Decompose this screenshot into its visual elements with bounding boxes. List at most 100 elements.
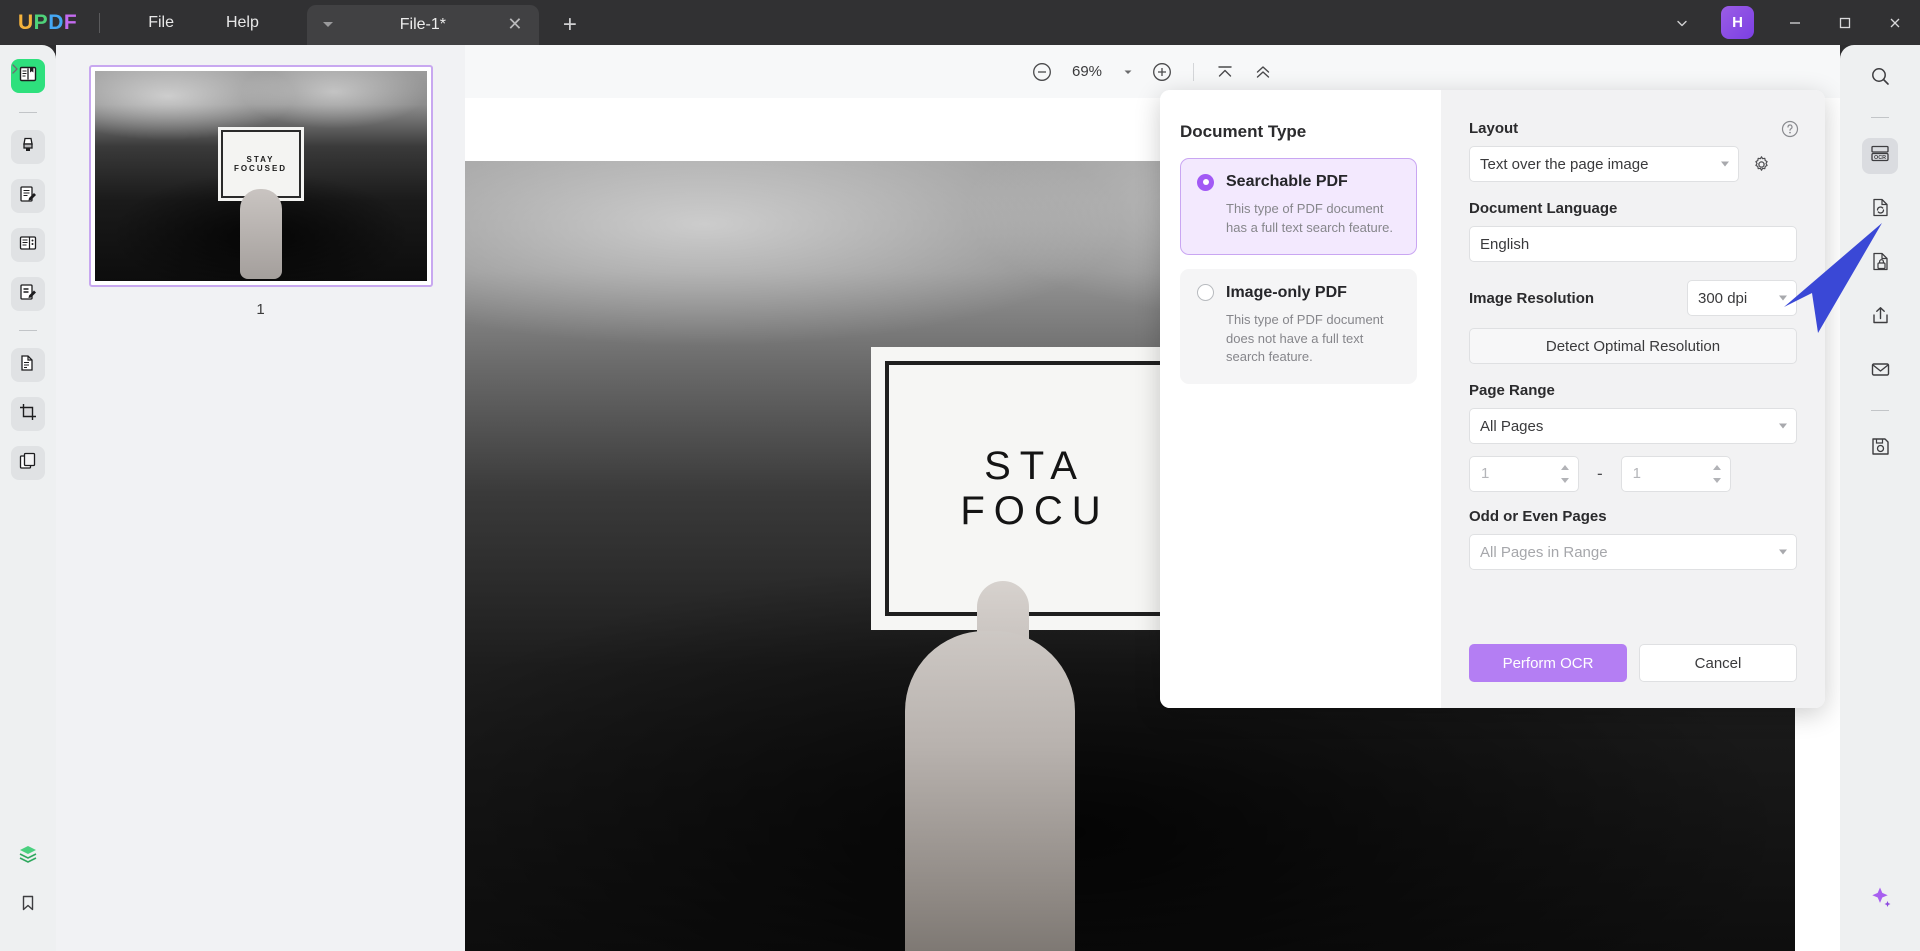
page-hand	[905, 631, 1075, 951]
menu-file[interactable]: File	[122, 0, 200, 45]
close-window-button[interactable]	[1870, 0, 1920, 45]
option-image-only-pdf-description: This type of PDF document does not have …	[1226, 311, 1384, 365]
sidebar-item-ai-assistant[interactable]	[1862, 881, 1898, 917]
page-range-select[interactable]: All Pages	[1469, 408, 1797, 444]
search-icon	[1870, 66, 1891, 92]
svg-text:OCR: OCR	[1874, 155, 1886, 161]
sidebar-item-convert-file[interactable]	[1862, 192, 1898, 228]
first-page-button[interactable]	[1208, 55, 1242, 89]
rail-expand-icon[interactable]	[9, 63, 23, 77]
zoom-level-value[interactable]: 69%	[1063, 63, 1111, 80]
sidebar-item-bookmark[interactable]	[11, 888, 45, 922]
chevron-down-icon-page-range	[1779, 423, 1787, 429]
title-bar-right: H	[1659, 0, 1920, 45]
sidebar-item-fill-sign[interactable]	[11, 277, 45, 311]
odd-even-label: Odd or Even Pages	[1469, 508, 1607, 525]
minimize-button[interactable]	[1770, 0, 1820, 45]
avatar[interactable]: H	[1721, 6, 1754, 39]
page-sign-line2: FOCU	[960, 488, 1110, 533]
layout-select[interactable]: Text over the page image	[1469, 146, 1739, 182]
option-image-only-pdf-label: Image-only PDF	[1226, 283, 1347, 301]
thumbnail-sign: STAY FOCUSED	[220, 129, 301, 198]
thumb-sign-line2: FOCUSED	[233, 163, 288, 173]
sidebar-item-protect[interactable]	[1862, 246, 1898, 282]
odd-even-value: All Pages in Range	[1480, 543, 1608, 561]
perform-ocr-button[interactable]: Perform OCR	[1469, 644, 1627, 682]
page-sign-line1: STA	[984, 443, 1086, 488]
layers-icon	[17, 843, 39, 870]
chevron-down-icon[interactable]	[322, 22, 333, 27]
sidebar-item-layers[interactable]	[11, 839, 45, 873]
page-to-input[interactable]: 1	[1620, 456, 1731, 492]
left-tool-rail	[0, 45, 56, 951]
page-range-value: All Pages	[1480, 417, 1544, 435]
page-range-label: Page Range	[1469, 382, 1555, 399]
chevron-down-icon-odd-even	[1779, 549, 1787, 555]
stepper-down-icon-2[interactable]	[1712, 478, 1721, 483]
sidebar-item-email[interactable]	[1862, 354, 1898, 390]
logo-divider	[99, 12, 101, 33]
sidebar-item-annotate[interactable]	[11, 130, 45, 164]
ai-sparkle-icon	[1867, 884, 1893, 915]
ocr-settings-section: Layout Text over the page image Document…	[1441, 90, 1825, 708]
image-resolution-select[interactable]: 300 dpi	[1687, 280, 1797, 316]
stepper-up-icon[interactable]	[1561, 465, 1569, 470]
thumbnail-page-1[interactable]: STAY FOCUSED	[88, 65, 433, 287]
right-rail-divider-1	[1871, 117, 1889, 118]
stepper-down-icon[interactable]	[1561, 478, 1569, 483]
range-separator: -	[1597, 464, 1603, 483]
radio-searchable-pdf[interactable]	[1197, 173, 1214, 191]
app-logo: UPDF	[18, 10, 78, 34]
sidebar-item-convert[interactable]	[11, 348, 45, 382]
odd-even-select[interactable]: All Pages in Range	[1469, 534, 1797, 570]
sidebar-item-save[interactable]	[1862, 431, 1898, 467]
menu-help[interactable]: Help	[200, 0, 285, 45]
stepper-up-icon-2[interactable]	[1712, 465, 1721, 470]
option-image-only-pdf[interactable]: Image-only PDF This type of PDF document…	[1180, 268, 1417, 385]
highlighter-icon	[18, 135, 38, 160]
sidebar-item-edit-pdf[interactable]	[11, 179, 45, 213]
option-searchable-pdf[interactable]: Searchable PDF This type of PDF document…	[1180, 158, 1417, 255]
help-circle-icon[interactable]	[1781, 120, 1799, 143]
new-tab-button[interactable]: +	[549, 5, 591, 45]
fill-sign-icon	[18, 282, 38, 307]
radio-image-only-pdf[interactable]	[1197, 284, 1214, 302]
document-language-select[interactable]: English	[1469, 226, 1797, 262]
edit-document-icon	[18, 184, 38, 209]
convert-refresh-icon	[1870, 197, 1891, 223]
right-rail-divider-2	[1871, 410, 1889, 411]
layout-label: Layout	[1469, 120, 1519, 137]
bookmark-icon	[19, 894, 37, 917]
thumbnail-image: STAY FOCUSED	[94, 71, 427, 281]
option-searchable-pdf-head: Searchable PDF	[1197, 173, 1400, 191]
share-upload-icon	[1870, 305, 1891, 331]
previous-page-button[interactable]	[1246, 55, 1280, 89]
app-shell: STAY FOCUSED 1 69% STA FOCU Document Typ…	[0, 45, 1920, 951]
maximize-button[interactable]	[1820, 0, 1870, 45]
sidebar-item-search[interactable]	[1862, 61, 1898, 97]
chevron-down-icon-titlebar[interactable]	[1659, 0, 1705, 45]
zoom-out-button[interactable]	[1025, 55, 1059, 89]
ocr-icon: OCR	[1869, 143, 1891, 170]
document-language-label: Document Language	[1469, 200, 1618, 217]
zoom-dropdown-icon[interactable]	[1115, 57, 1141, 87]
layout-select-value: Text over the page image	[1480, 155, 1649, 173]
sidebar-item-share[interactable]	[1862, 300, 1898, 336]
zoom-in-button[interactable]	[1145, 55, 1179, 89]
cancel-button[interactable]: Cancel	[1639, 644, 1797, 682]
ocr-dialog: Document Type Searchable PDF This type o…	[1160, 90, 1825, 708]
ocr-document-type-section: Document Type Searchable PDF This type o…	[1160, 90, 1441, 708]
detect-optimal-resolution-button[interactable]: Detect Optimal Resolution	[1469, 328, 1797, 364]
save-icon	[1870, 436, 1891, 462]
title-bar-left: UPDF File Help	[0, 0, 285, 45]
sidebar-item-compare[interactable]	[11, 446, 45, 480]
page-from-input[interactable]: 1	[1469, 456, 1579, 492]
document-tab[interactable]: File-1* ✕	[306, 5, 539, 45]
gear-icon[interactable]	[1747, 150, 1775, 178]
thumbnail-hand	[239, 188, 282, 279]
sidebar-item-ocr[interactable]: OCR	[1862, 138, 1898, 174]
page-from-value: 1	[1481, 465, 1490, 482]
close-icon[interactable]: ✕	[505, 15, 525, 35]
sidebar-item-organize-pages[interactable]	[11, 228, 45, 262]
sidebar-item-crop[interactable]	[11, 397, 45, 431]
